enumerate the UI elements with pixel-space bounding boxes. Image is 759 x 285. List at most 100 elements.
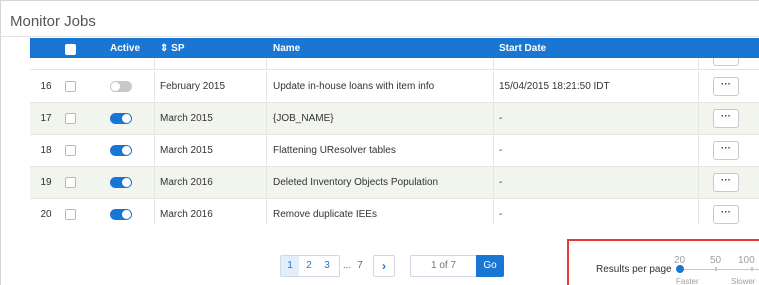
toggle-knob: [122, 146, 131, 155]
column-divider: [493, 71, 494, 102]
rpp-slider-handle[interactable]: [676, 265, 684, 273]
column-divider: [266, 135, 267, 166]
active-toggle[interactable]: [110, 145, 132, 156]
row-number: 16: [40, 81, 52, 92]
row-checkbox[interactable]: [65, 113, 76, 124]
column-divider: [698, 58, 699, 69]
column-divider: [698, 71, 699, 102]
column-header-start-date[interactable]: Start Date: [499, 43, 546, 54]
column-divider: [266, 103, 267, 134]
column-divider: [266, 167, 267, 198]
row-name: Deleted Inventory Objects Population: [273, 177, 439, 188]
table-row[interactable]: 19 March 2016 Deleted Inventory Objects …: [30, 167, 759, 199]
table-row[interactable]: 18 March 2015 Flattening UResolver table…: [30, 135, 759, 167]
page-link-2[interactable]: 2: [302, 256, 316, 276]
row-sp: March 2015: [160, 145, 213, 156]
row-actions-button-partial[interactable]: [713, 58, 739, 66]
row-start-date: -: [499, 145, 503, 156]
column-header-sp-label: SP: [171, 43, 185, 54]
row-name: {JOB_NAME}: [273, 113, 334, 124]
rpp-slower-label: Slower: [731, 277, 756, 285]
column-divider: [493, 167, 494, 198]
results-per-page-label: Results per page: [596, 264, 672, 275]
row-checkbox[interactable]: [65, 177, 76, 188]
row-name: Flattening UResolver tables: [273, 145, 396, 156]
title-divider: [0, 36, 759, 37]
row-sp: March 2016: [160, 209, 213, 220]
table-row-partial: [30, 58, 759, 70]
column-divider: [266, 71, 267, 102]
column-divider: [154, 135, 155, 166]
column-divider: [493, 135, 494, 166]
row-number: 20: [40, 209, 52, 220]
jobs-table: Active ⇕ SP Name Start Date 16 February …: [30, 38, 759, 225]
page-title: Monitor Jobs: [10, 13, 96, 30]
row-actions-button[interactable]: ···: [713, 205, 739, 224]
row-actions-button[interactable]: ···: [713, 141, 739, 160]
rpp-slider-track[interactable]: [679, 269, 759, 270]
table-row[interactable]: 16 February 2015 Update in-house loans w…: [30, 71, 759, 103]
go-button[interactable]: Go: [476, 255, 504, 277]
row-start-date: -: [499, 209, 503, 220]
row-name: Remove duplicate IEEs: [273, 209, 377, 220]
sort-arrows-icon[interactable]: ⇕: [160, 43, 168, 54]
row-number: 19: [40, 177, 52, 188]
row-start-date: 15/04/2015 18:21:50 IDT: [499, 81, 610, 92]
row-checkbox[interactable]: [65, 145, 76, 156]
column-divider: [154, 167, 155, 198]
toggle-knob: [122, 178, 131, 187]
page-ellipsis: ...: [342, 260, 352, 271]
column-divider: [493, 103, 494, 134]
active-toggle[interactable]: [110, 177, 132, 188]
column-header-active[interactable]: Active: [110, 43, 140, 54]
rpp-slider-tick: [715, 267, 717, 271]
row-name: Update in-house loans with item info: [273, 81, 435, 92]
row-actions-button[interactable]: ···: [713, 109, 739, 128]
toggle-knob: [111, 82, 120, 91]
table-header: Active ⇕ SP Name Start Date: [30, 38, 759, 58]
column-divider: [698, 135, 699, 166]
row-checkbox[interactable]: [65, 209, 76, 220]
column-divider: [266, 199, 267, 225]
chevron-right-icon[interactable]: ›: [373, 255, 395, 277]
row-checkbox[interactable]: [65, 81, 76, 92]
active-toggle[interactable]: [110, 113, 132, 124]
row-sp: March 2016: [160, 177, 213, 188]
row-actions-button[interactable]: ···: [713, 77, 739, 96]
column-divider: [698, 103, 699, 134]
column-header-sp[interactable]: ⇕ SP: [160, 43, 185, 54]
page-link-3[interactable]: 3: [321, 256, 333, 276]
column-divider: [154, 103, 155, 134]
row-sp: March 2015: [160, 113, 213, 124]
column-divider: [154, 58, 155, 69]
table-row[interactable]: 20 March 2016 Remove duplicate IEEs - ··…: [30, 199, 759, 225]
column-divider: [154, 199, 155, 225]
column-header-name[interactable]: Name: [273, 43, 300, 54]
column-divider: [266, 58, 267, 69]
select-all-checkbox[interactable]: [65, 44, 76, 55]
toggle-knob: [122, 210, 131, 219]
column-divider: [698, 167, 699, 198]
page-number-input[interactable]: 1 of 7: [410, 255, 476, 277]
rpp-option-50[interactable]: 50: [710, 255, 721, 266]
row-sp: February 2015: [160, 81, 226, 92]
active-toggle[interactable]: [110, 209, 132, 220]
row-actions-button[interactable]: ···: [713, 173, 739, 192]
row-number: 17: [40, 113, 52, 124]
column-divider: [493, 199, 494, 225]
row-start-date: -: [499, 113, 503, 124]
rpp-faster-label: Faster: [676, 277, 699, 285]
column-divider: [154, 71, 155, 102]
row-start-date: -: [499, 177, 503, 188]
rpp-slider-tick: [751, 267, 753, 271]
table-row[interactable]: 17 March 2015 {JOB_NAME} - ···: [30, 103, 759, 135]
top-border: [0, 0, 759, 1]
column-divider: [698, 199, 699, 225]
column-divider: [493, 58, 494, 69]
page-link-1[interactable]: 1: [281, 256, 299, 276]
rpp-option-100[interactable]: 100: [738, 255, 755, 266]
toggle-knob: [122, 114, 131, 123]
page-link-7[interactable]: 7: [356, 256, 364, 276]
pagination: 1 2 3: [280, 255, 340, 277]
active-toggle[interactable]: [110, 81, 132, 92]
